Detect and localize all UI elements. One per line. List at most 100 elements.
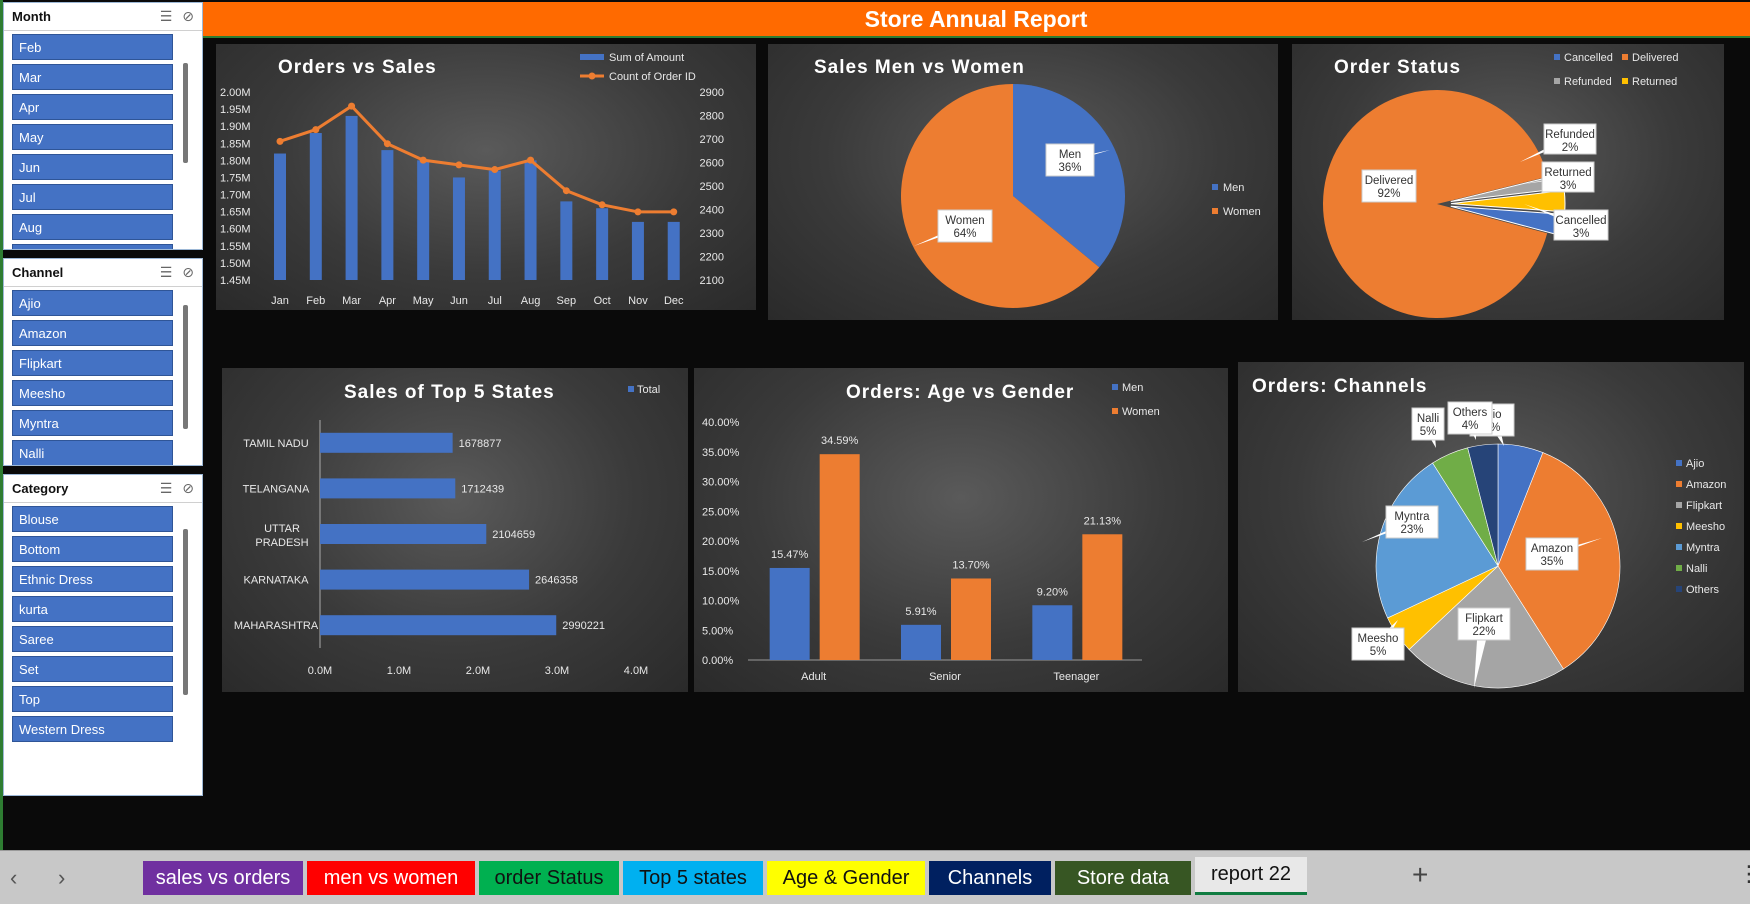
x-tick-label: 2.0M [466,665,490,677]
y-tick-label: 1.90M [220,121,251,133]
slicer-title: Month [12,9,51,24]
slicer-item[interactable]: Ajio [12,290,173,316]
slicer-item[interactable]: Blouse [12,506,173,532]
sheet-tab[interactable]: Top 5 states [623,861,763,895]
more-options-icon[interactable]: ⋮ [1738,861,1750,887]
slicer-category[interactable]: Category ☰ ⊘ Blouse Bottom Ethnic Dress kur… [3,474,203,796]
sheet-tab[interactable]: men vs women [307,861,475,895]
y-tick-label: KARNATAKA [244,575,310,587]
order-status-chart[interactable]: Order Status Delivered 92% Refunded 2% Return… [1292,44,1724,320]
legend-swatch [1112,384,1118,390]
slicer-scrollbar[interactable] [183,63,188,163]
legend-label: Count of Order ID [609,71,696,83]
sheet-tab[interactable]: sales vs orders [143,861,303,895]
clear-filter-icon[interactable]: ⊘ [182,264,194,281]
legend-swatch [1212,208,1218,214]
legend-label: Ajio [1686,458,1704,470]
top5-states-chart[interactable]: Sales of Top 5 States Total 1678877 TAMIL N… [222,368,688,692]
data-label: 21.13% [1084,515,1122,527]
orders-vs-sales-chart[interactable]: Orders vs Sales 2.00M 1.95M 1.90M 1.85M 1.80M… [216,44,756,310]
sheet-tab[interactable]: order Status [479,861,619,895]
slicer-list: Blouse Bottom Ethnic Dress kurta Saree Set Top… [4,503,202,795]
sheet-tab-bar: ‹ › sales vs orders men vs women order Sta… [0,850,1750,904]
top5-states-svg: Sales of Top 5 States Total 1678877 TAMIL N… [234,382,660,677]
slicer-item[interactable]: May [12,124,173,150]
slicer-item[interactable]: Flipkart [12,350,173,376]
chart-title: Sales of Top 5 States [344,382,555,403]
y-tick-label: 1.70M [220,190,251,202]
bar [320,432,453,453]
y-tick-label: TELANGANA [243,483,310,495]
slicer-item[interactable]: Mar [12,64,173,90]
slicer-item[interactable]: Jul [12,184,173,210]
clear-filter-icon[interactable]: ⊘ [182,8,194,25]
bar [345,115,358,280]
slicer-channel[interactable]: Channel ☰ ⊘ Ajio Amazon Flipkart Meesho Mynt… [3,258,203,466]
chart-title: Sales Men vs Women [814,57,1025,78]
slicer-item[interactable]: Amazon [12,320,173,346]
legend-swatch [1676,523,1682,529]
legend-swatch [1622,54,1628,60]
bar [596,208,609,280]
sheet-tab[interactable]: report 22 [1195,857,1307,895]
slicer-item[interactable]: Set [12,656,173,682]
age-vs-gender-chart[interactable]: Orders: Age vs Gender Men Women 40.00% 35.00… [694,368,1228,692]
multi-select-icon[interactable]: ☰ [160,8,173,25]
scroll-left-icon[interactable]: ‹ [10,865,17,891]
slicer-item[interactable]: Jun [12,154,173,180]
x-tick-label: Mar [342,295,361,307]
x-tick-label: Jan [271,295,289,307]
slicer-scrollbar[interactable] [183,529,188,695]
bar [309,133,322,280]
slicer-item[interactable]: Nalli [12,440,173,465]
slicer-item[interactable]: Feb [12,34,173,60]
slicer-item[interactable]: Western Dress [12,716,173,742]
legend-label: Amazon [1686,479,1726,491]
multi-select-icon[interactable]: ☰ [160,264,173,281]
x-tick-label: 4.0M [624,665,648,677]
y-tick-label: PRADESH [255,537,308,549]
slicer-item[interactable]: Aug [12,214,173,240]
slicer-month[interactable]: Month ☰ ⊘ Feb Mar Apr May Jun Jul Aug Sep [3,2,203,250]
chart-title: Orders: Age vs Gender [846,382,1074,403]
men-vs-women-svg: Sales Men vs WomenMen 36%Women 64%MenWomen [814,57,1261,308]
channels-chart[interactable]: Orders: ChannelsAjio6%Amazon35%Flipkart2… [1238,362,1744,692]
data-label: 1678877 [459,438,502,450]
y-tick-label: 25.00% [702,506,740,518]
scroll-right-icon[interactable]: › [58,865,65,891]
slicer-item[interactable]: Meesho [12,380,173,406]
sheet-tab[interactable]: Store data [1055,861,1191,895]
y-tick-label: 35.00% [702,447,740,459]
legend-swatch [1676,502,1682,508]
sheet-tab[interactable]: Channels [929,861,1051,895]
legend-marker [588,72,596,80]
bar [488,170,501,280]
y2-tick-label: 2900 [700,87,724,99]
legend-label: Sum of Amount [609,52,684,64]
multi-select-icon[interactable]: ☰ [160,480,173,497]
x-tick-label: Senior [929,671,961,683]
y2-tick-label: 2400 [700,205,724,217]
add-sheet-icon[interactable]: + [1412,859,1428,891]
slicer-scrollbar[interactable] [183,305,188,429]
y-tick-label: 10.00% [702,596,740,608]
line-point [670,208,678,216]
slicer-item[interactable]: Top [12,686,173,712]
y2-tick-label: 2800 [700,111,724,123]
slicer-item[interactable]: Apr [12,94,173,120]
series-line [279,104,674,214]
slicer-item[interactable]: Myntra [12,410,173,436]
slicer-item[interactable]: Bottom [12,536,173,562]
legend-label: Delivered [1632,52,1678,64]
legend-label: Cancelled [1564,52,1613,64]
men-vs-women-chart[interactable]: Sales Men vs Women Men 36% Women 64% Men Women [768,44,1278,320]
slicer-item[interactable]: Saree [12,626,173,652]
clear-filter-icon[interactable]: ⊘ [182,480,194,497]
y2-tick-label: 2500 [700,181,724,193]
slicer-item[interactable]: kurta [12,596,173,622]
sheet-tab[interactable]: Age & Gender [767,861,925,895]
slicer-item[interactable]: Ethnic Dress [12,566,173,592]
bar [381,150,394,280]
y-tick-label: UTTAR [264,523,300,535]
slicer-item[interactable]: Sep [12,244,173,249]
